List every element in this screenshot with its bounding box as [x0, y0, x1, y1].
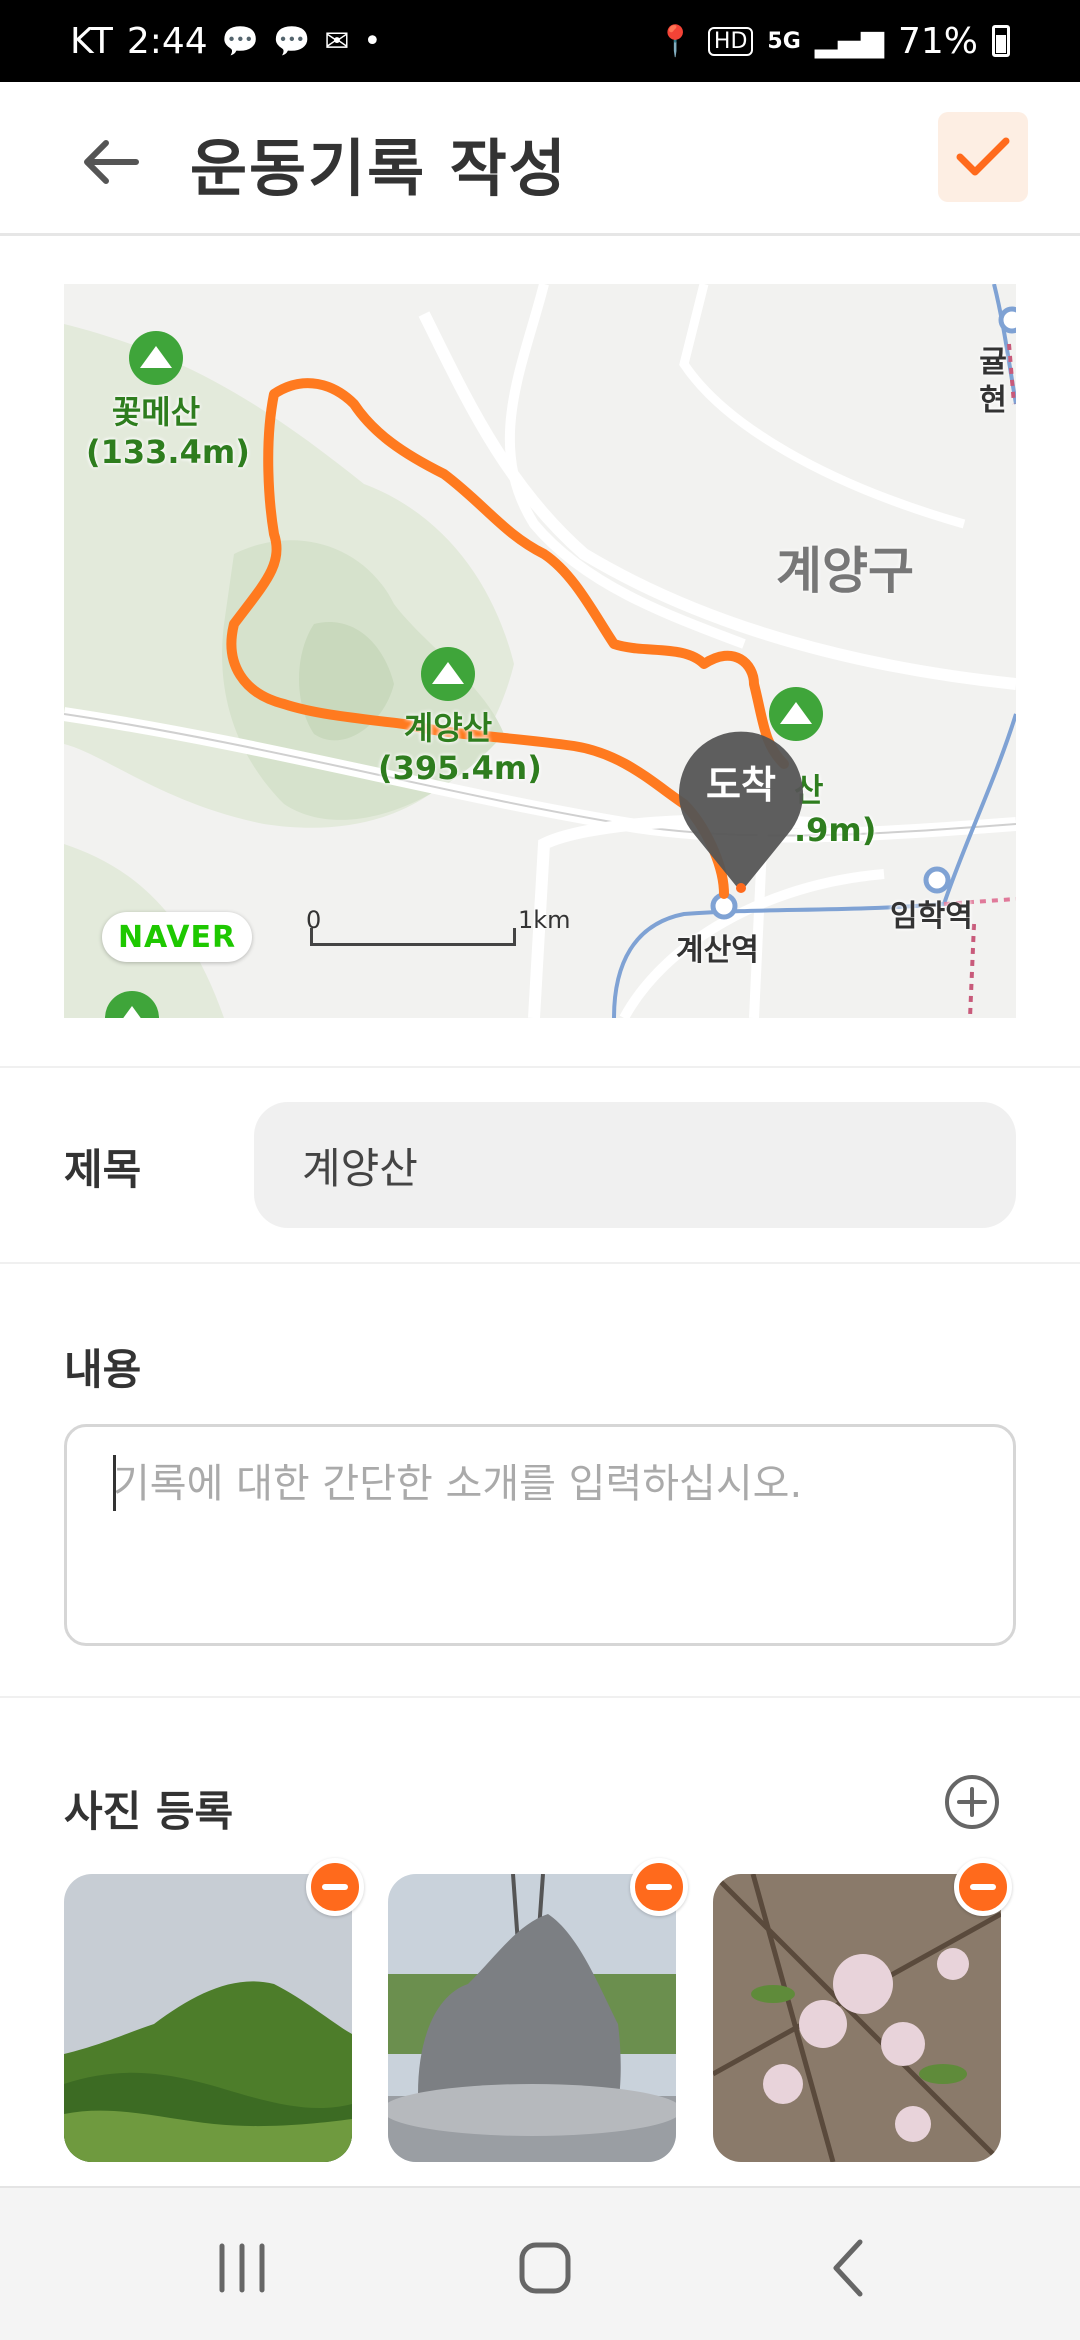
- back-nav-button[interactable]: [808, 2228, 888, 2308]
- peak-label-kkotmesan: 꽃메산 (133.4m): [86, 392, 250, 472]
- arrival-label: 도착: [706, 763, 776, 807]
- clock: 2:44: [126, 20, 208, 62]
- carrier: KT: [70, 20, 113, 62]
- divider: [0, 1066, 1080, 1068]
- chevron-left-icon: [833, 2239, 863, 2297]
- photo-label: 사진 등록: [64, 1787, 234, 1836]
- title-label: 제목: [64, 1145, 142, 1194]
- status-left: KT 2:44 💬 💬 ✉ •: [70, 21, 381, 62]
- remove-photo-button[interactable]: [630, 1858, 688, 1916]
- station-gyulhyeon[interactable]: [998, 306, 1016, 334]
- route-map[interactable]: 꽃메산 (133.4m) 계양산 (395.4m) 산 .9m) 계양구 계산역…: [64, 284, 1016, 1018]
- map-pin-icon: [679, 731, 803, 893]
- station-imhak[interactable]: [923, 866, 951, 894]
- system-nav-bar: [0, 2186, 1080, 2340]
- battery-icon: [992, 25, 1010, 57]
- battery-percent: 71%: [897, 20, 978, 62]
- monument-photo: [388, 1874, 676, 2162]
- station-label-gyesan: 계산역: [676, 933, 759, 968]
- page-title: 운동기록 작성: [190, 132, 568, 205]
- peak-height: .9m): [794, 811, 877, 849]
- content-textarea[interactable]: 기록에 대한 간단한 소개를 입력하십시오.: [64, 1424, 1016, 1646]
- recent-apps-icon: [219, 2243, 265, 2293]
- station-label-imhak: 임학역: [890, 899, 973, 934]
- recent-apps-button[interactable]: [202, 2228, 282, 2308]
- home-icon: [519, 2242, 571, 2294]
- title-input[interactable]: 계양산: [254, 1102, 1016, 1228]
- back-button[interactable]: [70, 122, 150, 202]
- confirm-button[interactable]: [938, 112, 1028, 202]
- signal-icon: ▂▄▆: [814, 23, 884, 59]
- scale-bar: [310, 928, 516, 946]
- hd-icon: HD: [707, 26, 754, 56]
- peak-height: (395.4m): [378, 749, 542, 787]
- chat-bubble-icon: 💬: [221, 23, 260, 59]
- scale-end: 1km: [518, 906, 571, 934]
- content-label: 내용: [64, 1345, 142, 1394]
- header: 운동기록 작성: [0, 82, 1080, 236]
- remove-photo-button[interactable]: [954, 1858, 1012, 1916]
- plus-circle-icon: [945, 1775, 999, 1829]
- divider: [0, 1262, 1080, 1264]
- peak-height: (133.4m): [86, 433, 250, 471]
- dot-icon: •: [363, 23, 382, 59]
- district-label: 계양구: [776, 542, 914, 600]
- home-button[interactable]: [505, 2228, 585, 2308]
- photo-thumbnail-flower[interactable]: [713, 1874, 1001, 2162]
- station-label-gyulhyeon: 귤현: [979, 345, 1007, 418]
- arrival-marker[interactable]: 도착: [676, 724, 806, 894]
- photo-thumbnail-mountain[interactable]: [64, 1874, 352, 2162]
- arrow-left-icon: [84, 140, 139, 184]
- peak-label-partial: 산 .9m): [794, 770, 904, 850]
- mountain-photo: [64, 1874, 352, 2162]
- status-right: 📍 HD 5G ▂▄▆ 71%: [657, 21, 1010, 62]
- remove-photo-button[interactable]: [306, 1858, 364, 1916]
- mail-icon: ✉: [324, 23, 350, 59]
- scale-start: 0: [306, 906, 322, 934]
- status-bar: KT 2:44 💬 💬 ✉ • 📍 HD 5G ▂▄▆ 71%: [0, 0, 1080, 82]
- peak-name: 산: [794, 771, 824, 809]
- flower-photo: [713, 1874, 1001, 2162]
- chat-bubble-icon: 💬: [273, 23, 311, 59]
- peak-name: 계양산: [403, 709, 493, 747]
- photo-thumbnail-monument[interactable]: [388, 1874, 676, 2162]
- peak-label-gyeyangsan: 계양산 (395.4m): [378, 708, 542, 788]
- mountain-icon: [129, 331, 183, 385]
- map-scale: 0 1km: [306, 906, 571, 948]
- title-value: 계양산: [302, 1143, 418, 1193]
- mountain-icon: [421, 647, 475, 701]
- network-icon: 5G: [767, 28, 801, 54]
- check-icon: [956, 137, 1010, 176]
- text-caret: [113, 1455, 116, 1511]
- content-placeholder: 기록에 대한 간단한 소개를 입력하십시오.: [113, 1461, 803, 1507]
- add-photo-button[interactable]: [944, 1774, 1000, 1830]
- divider: [0, 1696, 1080, 1698]
- location-icon: 📍: [656, 23, 694, 59]
- peak-name: 꽃메산: [111, 393, 201, 431]
- naver-logo: NAVER: [102, 912, 252, 962]
